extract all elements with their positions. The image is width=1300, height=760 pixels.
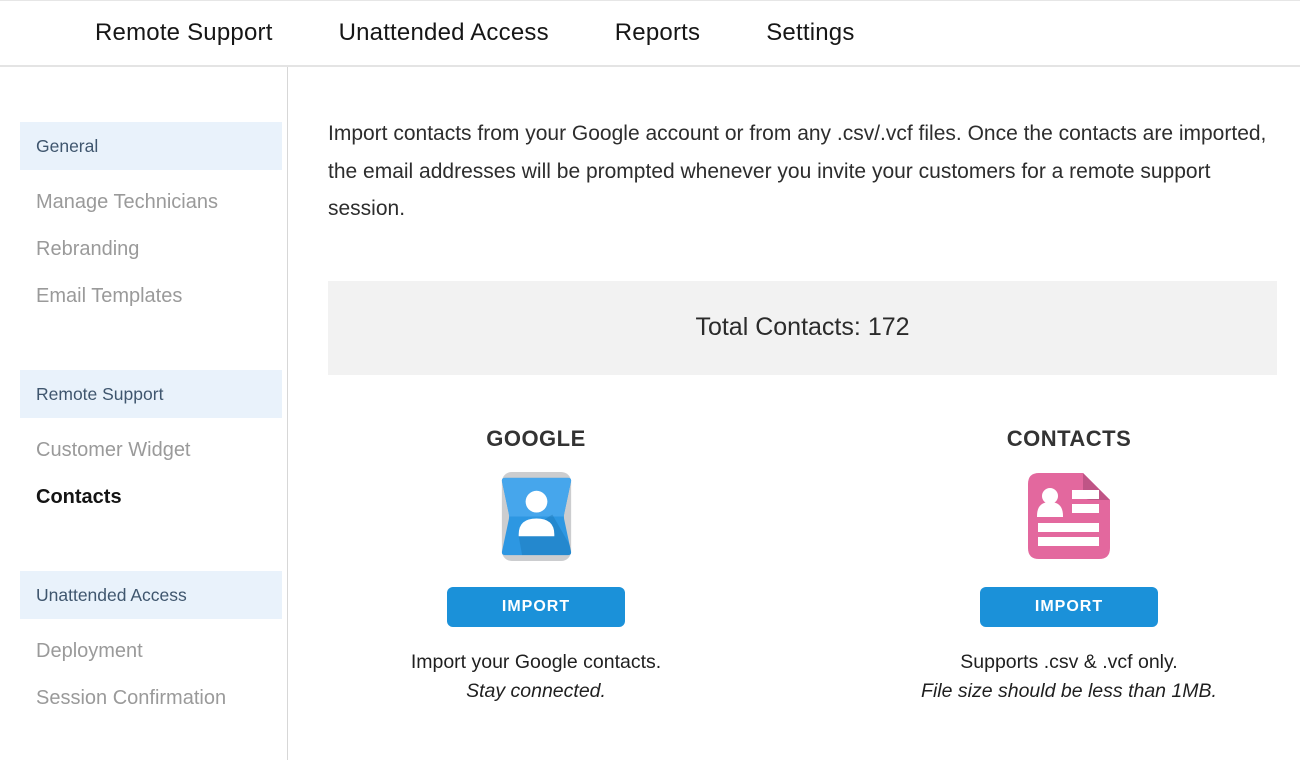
settings-sidebar: General Manage Technicians Rebranding Em… <box>0 67 288 760</box>
google-contacts-icon <box>328 469 744 564</box>
file-import-card: CONTACTS IMPORT <box>861 426 1277 707</box>
nav-reports[interactable]: Reports <box>615 19 700 47</box>
sidebar-header-remote-support: Remote Support <box>20 370 282 418</box>
file-caption-line2: File size should be less than 1MB. <box>921 680 1217 702</box>
contacts-settings-panel: Import contacts from your Google account… <box>288 67 1300 760</box>
total-contacts-label: Total Contacts: <box>695 313 860 342</box>
google-card-caption: Import your Google contacts. Stay connec… <box>328 648 744 707</box>
import-description: Import contacts from your Google account… <box>328 115 1277 228</box>
sidebar-header-unattended-access: Unattended Access <box>20 571 282 619</box>
sidebar-item-customer-widget[interactable]: Customer Widget <box>36 427 287 474</box>
nav-remote-support[interactable]: Remote Support <box>95 19 273 47</box>
import-options: GOOGLE <box>328 426 1277 707</box>
sidebar-header-general: General <box>20 122 282 170</box>
contacts-file-icon <box>861 469 1277 564</box>
google-import-button[interactable]: IMPORT <box>447 587 625 627</box>
sidebar-item-email-templates[interactable]: Email Templates <box>36 273 287 320</box>
sidebar-section-unattended-access: Unattended Access Deployment Session Con… <box>0 571 287 722</box>
google-import-card: GOOGLE <box>328 426 744 707</box>
content-area: General Manage Technicians Rebranding Em… <box>0 67 1300 760</box>
nav-unattended-access[interactable]: Unattended Access <box>339 19 549 47</box>
page: Remote Support Unattended Access Reports… <box>0 0 1300 760</box>
file-caption-line1: Supports .csv & .vcf only. <box>960 651 1177 673</box>
google-caption-line2: Stay connected. <box>466 680 606 702</box>
sidebar-item-manage-technicians[interactable]: Manage Technicians <box>36 179 287 226</box>
google-card-title: GOOGLE <box>328 426 744 452</box>
file-import-button[interactable]: IMPORT <box>980 587 1158 627</box>
total-contacts-banner: Total Contacts: 172 <box>328 281 1277 375</box>
sidebar-section-remote-support: Remote Support Customer Widget Contacts <box>0 370 287 521</box>
sidebar-section-general: General Manage Technicians Rebranding Em… <box>0 122 287 320</box>
sidebar-item-session-confirmation[interactable]: Session Confirmation <box>36 675 287 722</box>
nav-settings[interactable]: Settings <box>766 19 854 47</box>
top-nav: Remote Support Unattended Access Reports… <box>0 1 1300 67</box>
google-caption-line1: Import your Google contacts. <box>411 651 661 673</box>
file-card-caption: Supports .csv & .vcf only. File size sho… <box>861 648 1277 707</box>
contacts-card-title: CONTACTS <box>861 426 1277 452</box>
total-contacts-value: 172 <box>868 313 910 342</box>
sidebar-item-deployment[interactable]: Deployment <box>36 628 287 675</box>
sidebar-item-rebranding[interactable]: Rebranding <box>36 226 287 273</box>
sidebar-item-contacts[interactable]: Contacts <box>36 474 287 521</box>
